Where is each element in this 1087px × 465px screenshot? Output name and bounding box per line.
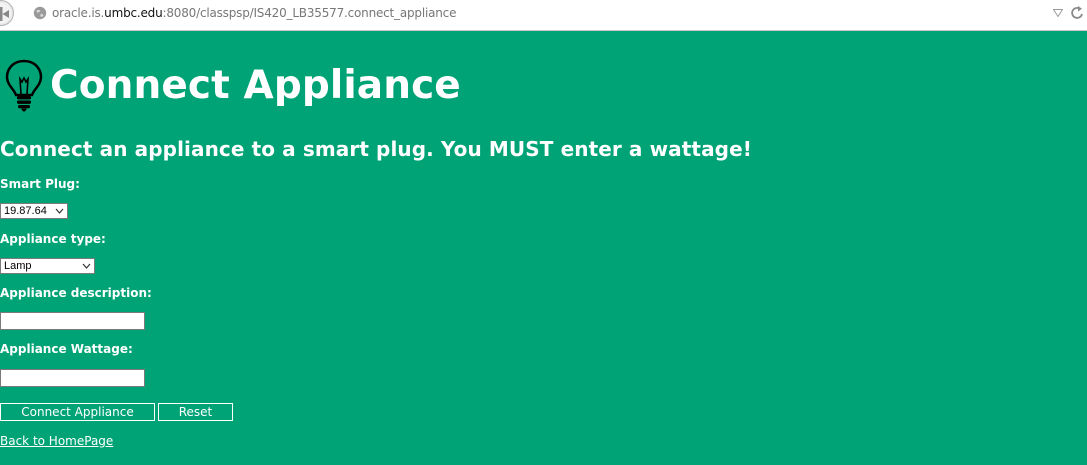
appliance-wattage-input[interactable] (0, 369, 145, 387)
reset-button[interactable]: Reset (158, 403, 233, 421)
url-host: umbc.edu (104, 6, 163, 20)
smart-plug-selected-value: 19.87.64 (4, 205, 47, 217)
appliance-description-label: Appliance description: (0, 286, 152, 300)
url-prefix: oracle.is. (52, 6, 105, 20)
page-heading-text: Connect Appliance (50, 62, 461, 108)
appliance-type-label: Appliance type: (0, 232, 106, 246)
smart-plug-label: Smart Plug: (0, 177, 80, 191)
page-title: Connect Appliance (4, 56, 461, 114)
back-to-homepage-link[interactable]: Back to HomePage (0, 434, 113, 448)
connect-appliance-button[interactable]: Connect Appliance (0, 403, 155, 421)
smart-plug-select[interactable]: 19.87.64 (0, 203, 68, 219)
browser-address-bar: oracle.is.umbc.edu:8080/classpsp/IS420_L… (0, 0, 1087, 31)
chevron-down-icon (55, 208, 64, 214)
appliance-wattage-label: Appliance Wattage: (0, 342, 133, 356)
back-button[interactable] (0, 0, 14, 26)
url-path: :8080/classpsp/IS420_LB35577.connect_app… (162, 6, 457, 20)
appliance-type-selected-value: Lamp (4, 260, 32, 272)
appliance-type-select[interactable]: Lamp (0, 258, 95, 274)
url-field[interactable]: oracle.is.umbc.edu:8080/classpsp/IS420_L… (52, 6, 456, 20)
chevron-down-icon (82, 263, 91, 269)
page-subtitle: Connect an appliance to a smart plug. Yo… (0, 137, 752, 161)
lightbulb-icon (5, 59, 43, 112)
reload-icon[interactable] (1071, 5, 1085, 21)
appliance-description-input[interactable] (0, 312, 145, 330)
globe-icon (33, 6, 47, 20)
back-arrow-icon (0, 7, 9, 21)
dropdown-arrow-icon[interactable] (1053, 9, 1063, 17)
